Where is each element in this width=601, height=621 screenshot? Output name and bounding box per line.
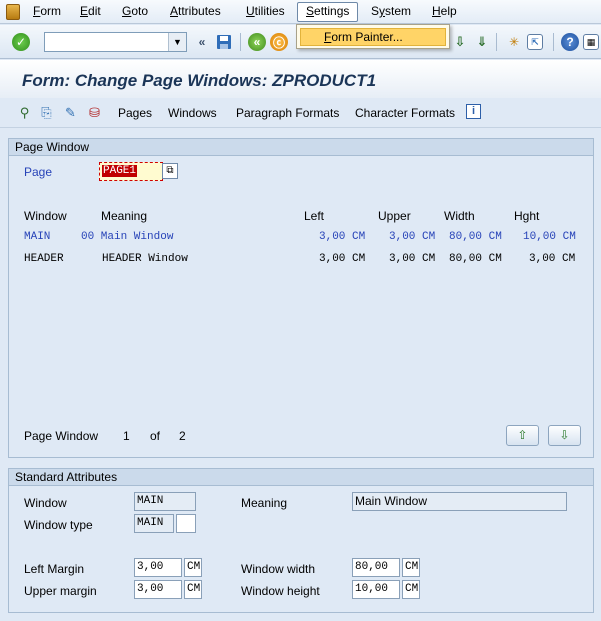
pager-current: 1 — [123, 429, 130, 443]
menu-goto[interactable]: Goto — [119, 4, 151, 21]
link-paragraph-formats[interactable]: Paragraph Formats — [236, 106, 339, 120]
shortcut-icon[interactable]: ⇱ — [527, 34, 543, 50]
table-row-header-hght[interactable]: 3,00 CM — [529, 253, 575, 265]
table-row-header-meaning[interactable]: HEADER Window — [102, 253, 188, 265]
window-field: MAIN — [134, 492, 196, 511]
col-header-upper: Upper — [378, 209, 411, 223]
menu-attributes[interactable]: Attributes — [167, 4, 224, 21]
table-row-main-window[interactable]: MAIN — [24, 231, 50, 243]
window-height-label: Window height — [241, 584, 320, 598]
layout-icon[interactable]: ▦ — [583, 34, 599, 50]
menu-form[interactable]: Form — [30, 4, 64, 21]
table-row-header-left[interactable]: 3,00 CM — [319, 253, 365, 265]
create-icon[interactable]: ⎘ — [38, 104, 55, 121]
chevron-down-icon[interactable]: ▼ — [168, 33, 186, 51]
link-windows[interactable]: Windows — [168, 106, 217, 120]
page-input[interactable]: PAGE1 — [99, 162, 163, 181]
delete-icon[interactable]: ⛁ — [86, 104, 103, 121]
pager-of: of — [150, 429, 161, 443]
info-icon[interactable]: i — [466, 104, 481, 119]
save-icon[interactable] — [214, 32, 234, 52]
upper-margin-input[interactable]: 3,00 — [134, 580, 182, 599]
standard-attributes-group: Standard Attributes Window MAIN Meaning … — [8, 468, 594, 613]
sap-logo-icon[interactable] — [6, 4, 20, 20]
col-header-left: Left — [304, 209, 325, 223]
link-character-formats[interactable]: Character Formats — [355, 106, 455, 120]
settings-dropdown-menu: Form Painter... — [296, 24, 450, 49]
left-margin-label: Left Margin — [24, 562, 85, 576]
next-page-button[interactable]: ⇩ — [548, 425, 581, 446]
page-label: Page — [24, 165, 53, 179]
window-width-input[interactable]: 80,00 — [352, 558, 400, 577]
col-header-width: Width — [444, 209, 475, 223]
menu-item-form-painter[interactable]: Form Painter... — [300, 28, 446, 46]
col-header-meaning: Meaning — [101, 209, 148, 223]
help-icon[interactable]: ? — [561, 33, 579, 51]
page-window-group-title: Page Window — [9, 139, 593, 156]
exit-icon[interactable]: ⓒ — [270, 33, 288, 51]
back-icon[interactable]: « — [248, 33, 266, 51]
table-row-header-width[interactable]: 80,00 CM — [449, 253, 502, 265]
left-margin-input[interactable]: 3,00 — [134, 558, 182, 577]
window-type-label: Window type — [24, 518, 93, 532]
meaning-label: Meaning — [241, 496, 288, 510]
arrow-up-icon: ⇧ — [517, 428, 528, 442]
standard-attributes-title: Standard Attributes — [9, 469, 593, 486]
pager-total: 2 — [179, 429, 186, 443]
menu-help[interactable]: Help — [429, 4, 460, 21]
menu-edit[interactable]: Edit — [77, 4, 104, 21]
arrow-down-icon: ⇩ — [559, 428, 570, 442]
menu-utilities[interactable]: Utilities — [243, 4, 288, 21]
page-input-value: PAGE1 — [102, 165, 138, 177]
previous-page-button[interactable]: ⇧ — [506, 425, 539, 446]
edit-icon[interactable]: ✎ — [62, 104, 79, 121]
meaning-field: Main Window — [352, 492, 567, 511]
table-row-main-hght[interactable]: 10,00 CM — [523, 231, 576, 243]
window-height-input[interactable]: 10,00 — [352, 580, 400, 599]
menu-settings[interactable]: Settings — [297, 2, 359, 22]
col-header-window: Window — [24, 209, 67, 223]
table-row-main-width[interactable]: 80,00 CM — [449, 231, 502, 243]
download-icon[interactable]: ⇩ — [450, 32, 470, 52]
window-type-field: MAIN — [134, 514, 174, 533]
table-row-main-meaning[interactable]: 00 Main Window — [81, 231, 173, 243]
command-field[interactable]: ▼ — [44, 32, 187, 52]
upper-margin-label: Upper margin — [24, 584, 97, 598]
table-row-header-upper[interactable]: 3,00 CM — [389, 253, 435, 265]
menu-bar: Form Edit Goto Attributes Utilities Sett… — [0, 0, 601, 24]
page-down-icon[interactable]: ⇓ — [472, 32, 492, 52]
display-change-icon[interactable]: ⚲ — [16, 104, 33, 121]
double-chevron-left-icon[interactable]: « — [192, 32, 212, 52]
table-row-main-left[interactable]: 3,00 CM — [319, 231, 365, 243]
col-header-hght: Hght — [514, 209, 540, 223]
window-width-unit[interactable]: CM — [402, 558, 420, 577]
upper-margin-unit[interactable]: CM — [184, 580, 202, 599]
menu-system[interactable]: System — [368, 4, 414, 21]
table-row-header-window[interactable]: HEADER — [24, 253, 64, 265]
window-type-extra-field[interactable] — [176, 514, 196, 533]
link-pages[interactable]: Pages — [118, 106, 152, 120]
title-bar: Form: Change Page Windows: ZPRODUCT1 — [0, 60, 601, 98]
check-icon[interactable]: ✓ — [12, 33, 30, 51]
page-window-group: Page Window Page PAGE1 ⧉ Window Meaning … — [8, 138, 594, 458]
window-width-label: Window width — [241, 562, 316, 576]
pager-label: Page Window — [24, 429, 99, 443]
window-label: Window — [24, 496, 67, 510]
table-row-main-upper[interactable]: 3,00 CM — [389, 231, 435, 243]
application-toolbar: ⚲ ⎘ ✎ ⛁ Pages Windows Paragraph Formats … — [0, 98, 601, 128]
new-session-icon[interactable]: ✳ — [504, 32, 524, 52]
window-height-unit[interactable]: CM — [402, 580, 420, 599]
value-help-icon[interactable]: ⧉ — [162, 163, 178, 179]
left-margin-unit[interactable]: CM — [184, 558, 202, 577]
page-title: Form: Change Page Windows: ZPRODUCT1 — [22, 71, 377, 90]
